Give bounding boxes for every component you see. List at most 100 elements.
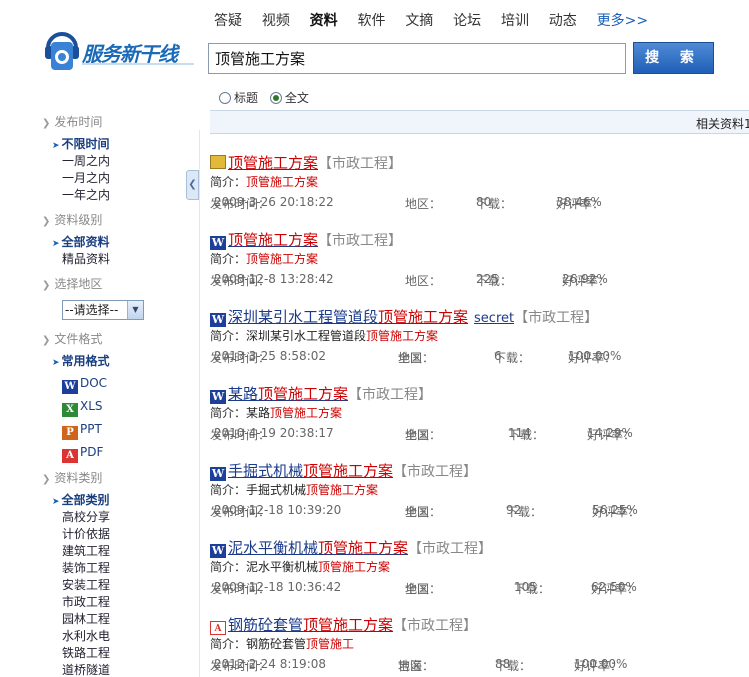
summary-label: 简介： [210, 406, 247, 420]
result-category-tag[interactable]: 【市政工程】 [318, 233, 402, 249]
result-summary: 简介：泥水平衡机械顶管施工方案 [210, 558, 749, 576]
nav-item-forum[interactable]: 论坛 [453, 10, 481, 30]
result-date: 发布时间： 2013-3-25 8:58:02 [210, 347, 326, 365]
filter-time-month[interactable]: 一月之内 [62, 169, 110, 186]
search-input[interactable] [208, 43, 626, 74]
result-category-tag[interactable]: 【市政工程】 [348, 387, 432, 403]
result-title-link[interactable]: 钢筋砼套管顶管施工方案 [228, 616, 393, 634]
filter-category-item[interactable]: 道桥隧道 [62, 661, 110, 677]
word-icon: W [210, 544, 226, 558]
result-summary: 简介：某路顶管施工方案 [210, 404, 749, 422]
filter-heading-label: 文件格式 [54, 332, 103, 346]
result-title-link[interactable]: 深圳某引水工程管道段顶管施工方案 [228, 308, 468, 326]
title-extra[interactable]: secret [474, 311, 514, 326]
title-prefix: 泥水平衡机械 [228, 539, 319, 557]
arrow-right-icon: ➤ [52, 141, 60, 151]
scope-fulltext-option[interactable]: 全文 [269, 91, 309, 105]
filter-category-item[interactable]: 铁路工程 [62, 644, 110, 661]
sidebar-divider [199, 130, 200, 677]
filter-time-year[interactable]: 一年之内 [62, 186, 110, 203]
headset-logo-icon [45, 32, 79, 70]
site-logo[interactable]: 服务新干线 [42, 28, 202, 74]
result-title-link[interactable]: 顶管施工方案 [228, 154, 318, 172]
nav-item-digest[interactable]: 文摘 [405, 10, 433, 30]
filter-category-all[interactable]: ➤ 全部类别 [52, 491, 110, 508]
filter-category-item[interactable]: 安装工程 [62, 576, 110, 593]
result-item: W 深圳某引水工程管道段顶管施工方案 secret【市政工程】 简介：深圳某引水工程管… [210, 307, 749, 365]
nav-item-video[interactable]: 视频 [262, 10, 290, 30]
title-keyword: 顶管施工方案 [228, 231, 319, 249]
filter-format-doc[interactable]: W DOC [62, 376, 107, 394]
nav-item-more[interactable]: 更多>> [597, 10, 648, 30]
filter-category-item[interactable]: 计价依据 [62, 525, 110, 542]
filter-category-item[interactable]: 市政工程 [62, 593, 110, 610]
result-title-link[interactable]: 某路顶管施工方案 [228, 385, 348, 403]
result-title-link[interactable]: 顶管施工方案 [228, 231, 318, 249]
filter-level-all[interactable]: ➤ 全部资料 [52, 233, 110, 250]
nav-item-software[interactable]: 软件 [357, 10, 385, 30]
result-category-tag[interactable]: 【市政工程】 [408, 541, 492, 557]
filter-format-xls[interactable]: X XLS [62, 399, 103, 417]
region-label: 地区： [405, 197, 442, 211]
filter-category-item[interactable]: 水利水电 [62, 627, 110, 644]
result-meta: 发布时间： 2009-12-18 10:36:42 地区： 全国 下载： 105 好评率：… [210, 576, 749, 596]
chevron-right-icon: ❯ [42, 335, 51, 346]
result-category-tag[interactable]: 【市政工程】 [393, 464, 477, 480]
result-meta: 发布时间： 2010-4-19 20:38:17 地区： 全国 下载： 114 好评率： 1… [210, 422, 749, 442]
nav-item-materials[interactable]: 资料 [310, 10, 338, 30]
radio-checked-icon[interactable] [269, 92, 282, 104]
result-title-link[interactable]: 手掘式机械顶管施工方案 [228, 462, 393, 480]
word-icon: W [210, 236, 226, 250]
search-button[interactable]: 搜 索 [633, 42, 714, 74]
filter-format-ppt[interactable]: P PPT [62, 422, 102, 440]
result-date: 发布时间： 2009-12-18 10:39:20 [210, 501, 341, 519]
nav-item-news[interactable]: 动态 [549, 10, 577, 30]
result-category-tag[interactable]: 【市政工程】 [318, 156, 402, 172]
summary-label: 简介： [210, 175, 247, 189]
filter-format-common[interactable]: ➤ 常用格式 [52, 352, 110, 369]
filter-label: PDF [80, 445, 104, 459]
filter-heading-region: ❯ 选择地区 [42, 275, 102, 292]
filter-time-week[interactable]: 一周之内 [62, 152, 110, 169]
scope-title-option[interactable]: 标题 [219, 91, 258, 105]
chevron-right-icon: ❯ [42, 474, 51, 485]
title-prefix: 手掘式机械 [228, 462, 304, 480]
filter-heading-label: 选择地区 [54, 277, 103, 291]
region-value: 全国 [405, 428, 430, 442]
chevron-down-icon[interactable]: ▼ [127, 301, 143, 319]
collapse-sidebar-button[interactable]: ❮ [186, 170, 199, 200]
chevron-right-icon: ❯ [42, 280, 51, 291]
nav-item-training[interactable]: 培训 [501, 10, 529, 30]
radio-unchecked-icon[interactable] [219, 92, 231, 104]
summary-keyword: 顶管施工方案 [246, 175, 319, 189]
rating-value: 100.00% [568, 349, 622, 363]
result-meta: 发布时间： 2008-12-8 13:28:42 地区： 下载： 225 好评率： 26.… [210, 268, 749, 288]
filter-category-item[interactable]: 园林工程 [62, 610, 110, 627]
filter-category-item[interactable]: 高校分享 [62, 508, 110, 525]
result-item: W 泥水平衡机械顶管施工方案【市政工程】 简介：泥水平衡机械顶管施工方案 发布时间： … [210, 538, 749, 596]
scope-fulltext-label: 全文 [284, 91, 309, 105]
summary-keyword: 顶管施工方案 [366, 329, 439, 343]
result-category-tag[interactable]: 【市政工程】 [514, 310, 598, 326]
summary-label: 简介： [210, 637, 247, 651]
nav-item-qa[interactable]: 答疑 [214, 10, 242, 30]
result-category-tag[interactable]: 【市政工程】 [393, 618, 477, 634]
region-select[interactable]: --请选择-- ▼ [62, 300, 144, 320]
filter-format-pdf[interactable]: A PDF [62, 445, 103, 463]
filter-heading-category: ❯ 资料类别 [42, 469, 102, 486]
downloads-value: 92 [506, 503, 522, 517]
result-date: 发布时间： 2012-2-24 8:19:08 [210, 655, 326, 673]
result-title-link[interactable]: 泥水平衡机械顶管施工方案 [228, 539, 408, 557]
filter-level-premium[interactable]: 精品资料 [62, 250, 110, 267]
filter-category-item[interactable]: 装饰工程 [62, 559, 110, 576]
title-keyword: 顶管施工方案 [303, 616, 394, 634]
word-icon: W [210, 390, 226, 404]
search-scope: 标题 全文 [219, 89, 317, 106]
title-keyword: 顶管施工方案 [318, 539, 409, 557]
powerpoint-icon: P [62, 426, 78, 440]
date-value: 2013-3-25 8:58:02 [213, 349, 327, 363]
summary-prefix: 深圳某引水工程管道段 [246, 329, 367, 343]
filter-label: XLS [80, 399, 103, 413]
filter-category-item[interactable]: 建筑工程 [62, 542, 110, 559]
filter-time-all[interactable]: ➤ 不限时间 [52, 135, 110, 152]
